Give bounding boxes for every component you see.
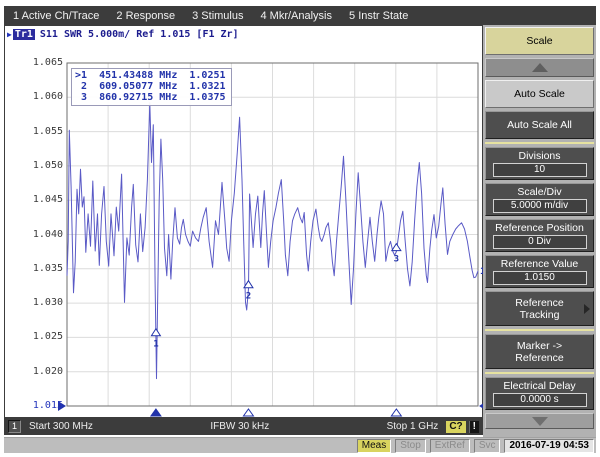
meas-status-badge: Meas (356, 438, 392, 453)
softkey-separator (485, 329, 594, 331)
softkey-menu-title-label: Scale (526, 35, 553, 47)
reference-position-value[interactable]: 0 Div (492, 235, 587, 249)
divisions-value[interactable]: 10 (492, 163, 587, 177)
datetime-display: 2016-07-19 04:53 (504, 438, 594, 453)
softkey-menu-title: Scale (485, 27, 594, 55)
arrow-up-icon (531, 63, 548, 72)
menu-item-stimulus[interactable]: 3 Stimulus (192, 10, 243, 22)
y-axis-tick-label: 1.015 (32, 400, 63, 411)
divisions-label: Divisions (518, 150, 561, 162)
electrical-delay-button[interactable]: Electrical Delay 0.0000 s (485, 377, 594, 410)
arrow-down-icon (531, 416, 548, 426)
y-axis-tick-label: 1.025 (32, 331, 63, 343)
marker-1-stimulus-triangle[interactable] (149, 408, 162, 417)
auto-scale-label: Auto Scale (514, 88, 565, 100)
scale-div-button[interactable]: Scale/Div 5.0000 m/div (485, 183, 594, 216)
scale-div-value[interactable]: 5.0000 m/div (492, 199, 587, 213)
channel-status-bar: 1 Start 300 MHz IFBW 30 kHz Stop 1 GHz C… (4, 418, 483, 435)
divisions-button[interactable]: Divisions 10 (485, 147, 594, 180)
auto-scale-button[interactable]: Auto Scale (485, 80, 594, 108)
reference-position-label: Reference Position (495, 222, 584, 234)
instrument-status-bar: Meas Stop ExtRef Svc 2016-07-19 04:53 (4, 437, 596, 453)
softkey-scroll-up-button[interactable] (485, 58, 594, 77)
marker-1-glyph (150, 327, 162, 337)
extref-status-badge: ExtRef (429, 438, 470, 453)
channel-number-badge: 1 (8, 420, 22, 433)
marker-3-readout-row: 3 860.92715 MHz 1.0375 (75, 92, 226, 103)
reference-value-label: Reference Value (500, 258, 579, 270)
menu-item-instr-state[interactable]: 5 Instr State (349, 10, 408, 22)
y-axis-tick-label: 1.050 (32, 159, 63, 171)
submenu-arrow-icon (584, 303, 590, 314)
softkey-separator (485, 142, 594, 144)
stop-frequency-label: Stop 1 GHz (386, 421, 439, 432)
y-axis-tick-label: 1.040 (32, 228, 63, 240)
softkey-separator (485, 372, 594, 374)
trace-status-text: S11 SWR 5.000m/ Ref 1.015 [F1 Zr] (39, 29, 239, 40)
reference-value-button[interactable]: Reference Value 1.0150 (485, 255, 594, 288)
graph-panel: 1231 ▶ Tr1 S11 SWR 5.000m/ Ref 1.015 [F1… (4, 25, 484, 418)
reference-value-value[interactable]: 1.0150 (492, 271, 587, 285)
marker-2-readout-row: 2 609.05077 MHz 1.0321 (75, 81, 226, 92)
y-axis-tick-label: 1.065 (32, 57, 63, 68)
stop-status-badge: Stop (395, 438, 426, 453)
alert-badge: ! (468, 420, 479, 433)
softkey-sidebar: Scale Auto Scale Auto Scale All Division… (483, 25, 596, 437)
auto-scale-all-button[interactable]: Auto Scale All (485, 111, 594, 139)
marker-3-glyph (390, 242, 402, 252)
y-axis-tick-label: 1.045 (32, 194, 63, 206)
y-axis-tick-label: 1.060 (32, 91, 63, 103)
electrical-delay-value[interactable]: 0.0000 s (492, 393, 587, 407)
ifbw-label: IFBW 30 kHz (210, 421, 270, 432)
marker-3-glyph-number: 3 (394, 255, 399, 265)
scale-div-label: Scale/Div (517, 186, 562, 198)
y-axis-labels: 1.065 1.060 1.055 1.050 1.045 1.040 1.035 1.030… (5, 26, 63, 417)
marker-1-glyph-number: 1 (153, 340, 158, 350)
svc-status-badge: Svc (473, 438, 501, 453)
menu-item-mkr-analysis[interactable]: 4 Mkr/Analysis (260, 10, 332, 22)
menu-item-response[interactable]: 2 Response (116, 10, 175, 22)
correction-status-badge: C? (446, 420, 466, 433)
marker-2-stimulus-triangle[interactable] (242, 408, 255, 417)
reference-tracking-button[interactable]: Reference Tracking (485, 291, 594, 326)
start-frequency-label: Start 300 MHz (29, 421, 93, 432)
y-axis-tick-label: 1.030 (32, 297, 63, 309)
menu-item-active-ch-trace[interactable]: 1 Active Ch/Trace (13, 10, 99, 22)
marker-readout: >1 451.43488 MHz 1.0251 2 609.05077 MHz … (71, 68, 232, 106)
instrument-screen: 1 Active Ch/Trace 2 Response 3 Stimulus … (0, 0, 600, 457)
marker-3-stimulus-triangle[interactable] (390, 408, 403, 417)
marker-1-readout-row: >1 451.43488 MHz 1.0251 (75, 70, 226, 81)
y-axis-tick-label: 1.055 (32, 125, 63, 137)
auto-scale-all-label: Auto Scale All (507, 119, 572, 131)
softkey-scroll-down-button[interactable] (485, 413, 594, 429)
y-axis-tick-label: 1.020 (32, 365, 63, 377)
y-axis-tick-label: 1.035 (32, 262, 63, 274)
reference-tracking-label: Reference Tracking (515, 296, 564, 321)
reference-position-button[interactable]: Reference Position 0 Div (485, 219, 594, 252)
marker-to-reference-button[interactable]: Marker -> Reference (485, 334, 594, 369)
electrical-delay-label: Electrical Delay (503, 380, 576, 392)
menu-bar: 1 Active Ch/Trace 2 Response 3 Stimulus … (4, 6, 596, 25)
marker-to-reference-label: Marker -> Reference (515, 339, 564, 364)
marker-2-glyph-number: 2 (246, 292, 251, 302)
